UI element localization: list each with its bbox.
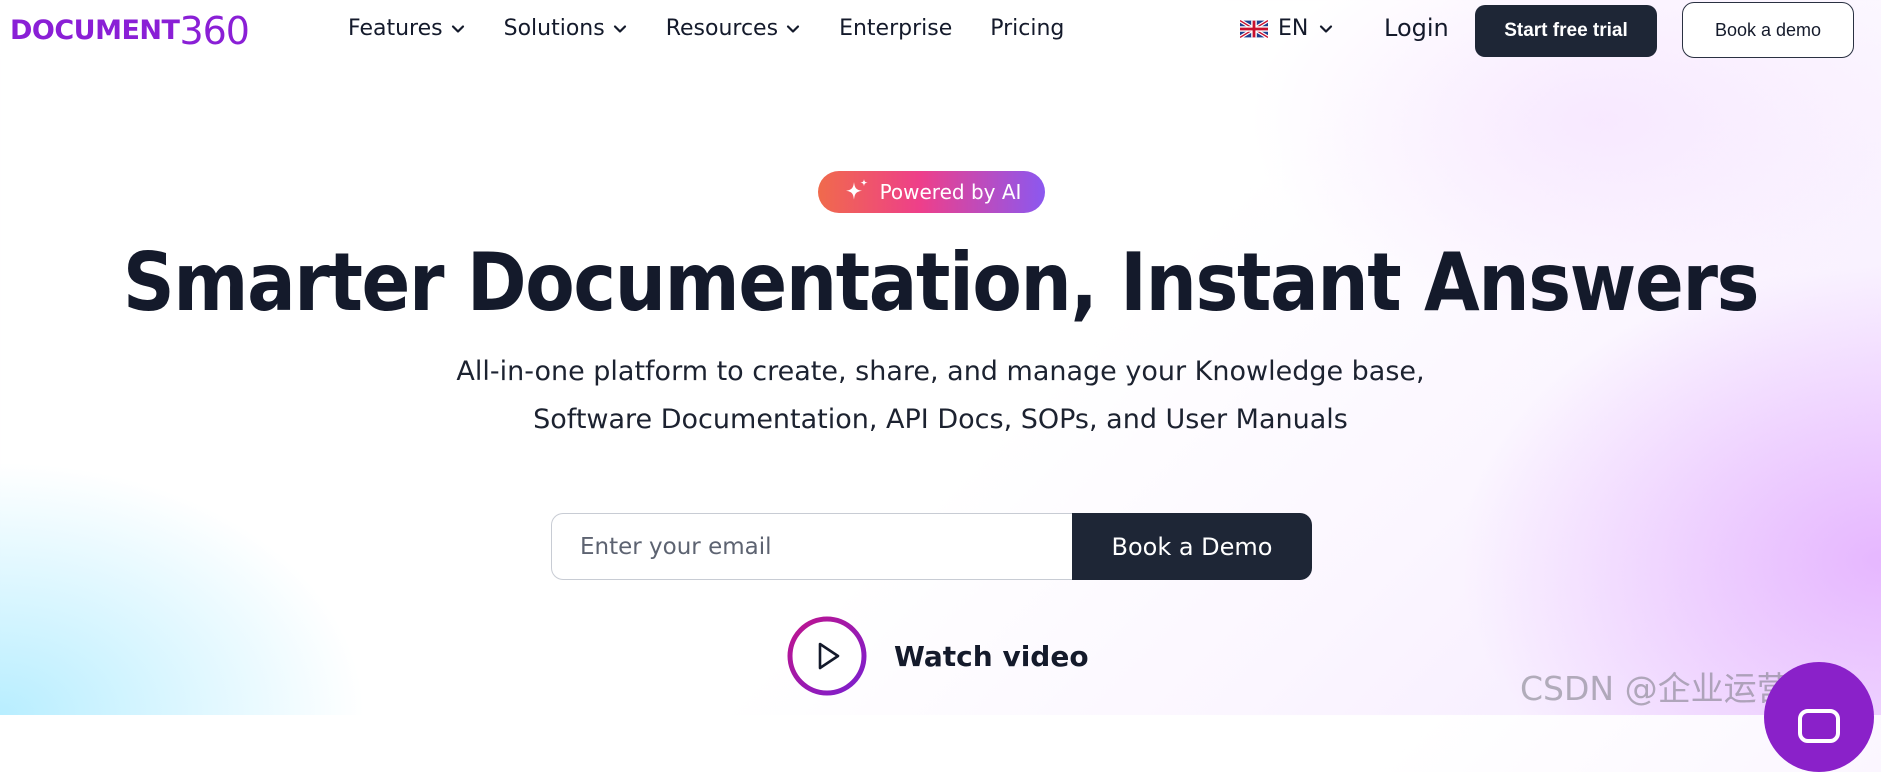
- badge-label: Powered by AI: [879, 180, 1022, 204]
- language-label: EN: [1278, 16, 1309, 41]
- watch-video-label: Watch video: [894, 639, 1089, 673]
- hero-subtitle-line1: All-in-one platform to create, share, an…: [456, 356, 1425, 387]
- nav-item-label: Pricing: [990, 16, 1065, 41]
- nav-item-pricing[interactable]: Pricing: [990, 16, 1064, 41]
- login-link[interactable]: Login: [1384, 14, 1449, 42]
- hero-subtitle-line2: Software Documentation, API Docs, SOPs, …: [533, 404, 1348, 435]
- top-nav: DOCUMENT 360 Features Solutions Resources…: [0, 0, 1881, 64]
- chevron-down-icon: [613, 24, 626, 33]
- start-free-trial-button[interactable]: Start free trial: [1475, 5, 1657, 57]
- nav-item-label: Resources: [665, 16, 779, 41]
- logo-number: 360: [179, 9, 250, 53]
- chat-widget-button[interactable]: [1764, 662, 1874, 772]
- watch-video-link[interactable]: Watch video: [786, 615, 1089, 697]
- hero-subtitle: All-in-one platform to create, share, an…: [0, 348, 1881, 444]
- language-selector[interactable]: EN: [1240, 16, 1334, 41]
- nav-item-label: Features: [348, 16, 443, 41]
- nav-item-label: Solutions: [503, 16, 605, 41]
- chevron-down-icon: [786, 24, 800, 33]
- logo[interactable]: DOCUMENT 360: [10, 9, 250, 53]
- chevron-down-icon: [451, 24, 464, 33]
- nav-item-label: Enterprise: [839, 16, 953, 41]
- book-demo-nav-button[interactable]: Book a demo: [1682, 2, 1854, 58]
- chat-icon: [1798, 709, 1840, 743]
- nav-item-enterprise[interactable]: Enterprise: [839, 16, 952, 41]
- powered-by-ai-badge: Powered by AI: [818, 171, 1045, 213]
- nav-item-features[interactable]: Features: [348, 16, 466, 41]
- email-signup-form: Book a Demo: [551, 513, 1312, 580]
- nav-item-resources[interactable]: Resources: [666, 16, 801, 41]
- sparkle-icon: [845, 179, 868, 200]
- email-input[interactable]: [551, 513, 1072, 580]
- uk-flag-icon: [1240, 19, 1268, 38]
- nav-item-solutions[interactable]: Solutions: [504, 16, 628, 41]
- chevron-down-icon: [1320, 24, 1333, 33]
- nav-menu: Features Solutions Resources Enterprise …: [348, 16, 1064, 41]
- book-demo-button[interactable]: Book a Demo: [1072, 513, 1312, 580]
- hero-title: Smarter Documentation, Instant Answers: [122, 236, 1760, 329]
- logo-word: DOCUMENT: [10, 15, 180, 46]
- play-icon: [787, 616, 867, 696]
